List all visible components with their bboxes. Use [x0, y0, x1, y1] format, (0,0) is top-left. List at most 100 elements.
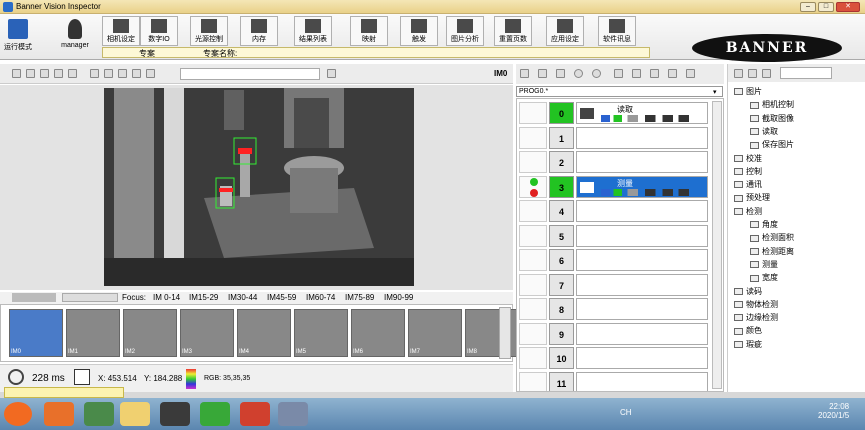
insert-icon[interactable]: [520, 69, 529, 78]
image-icon[interactable]: [632, 69, 641, 78]
tool-tree-item[interactable]: 瑕疵: [734, 339, 762, 350]
app-icon-2[interactable]: [278, 402, 308, 426]
ime-indicator[interactable]: CH: [620, 408, 632, 417]
thumb-scrollbar[interactable]: [499, 307, 511, 359]
tool-tree-item[interactable]: 预处理: [734, 192, 770, 203]
save-icon[interactable]: [650, 69, 659, 78]
ribbon-button[interactable]: 光源控制: [190, 16, 228, 46]
tool-tree-item[interactable]: 读码: [734, 286, 762, 297]
image-thumbnail[interactable]: IM0: [9, 309, 63, 357]
zoom-in-icon[interactable]: [26, 69, 35, 78]
select-icon[interactable]: [12, 69, 21, 78]
zoom-out-icon[interactable]: [40, 69, 49, 78]
mini-toolbar[interactable]: [4, 387, 124, 398]
ribbon-button[interactable]: 映射: [350, 16, 388, 46]
grid-icon[interactable]: [90, 69, 99, 78]
zoom-actual-icon[interactable]: [68, 69, 77, 78]
ribbon-button[interactable]: 应用设定: [546, 16, 584, 46]
wechat-icon[interactable]: [200, 402, 230, 426]
chrome-icon[interactable]: [84, 402, 114, 426]
tray-icons[interactable]: [640, 408, 808, 418]
focus-range[interactable]: IM45-59: [267, 293, 296, 302]
move-down-icon[interactable]: [538, 69, 547, 78]
vision-app-icon[interactable]: [160, 402, 190, 426]
chart-icon[interactable]: [686, 69, 695, 78]
overlay-icon[interactable]: [104, 69, 113, 78]
step-number[interactable]: 4: [549, 200, 574, 222]
start-icon[interactable]: [4, 402, 32, 426]
image-thumbnail[interactable]: IM4: [237, 309, 291, 357]
ribbon-button[interactable]: 结果列表: [294, 16, 332, 46]
list-icon[interactable]: [614, 69, 623, 78]
tool-tree-item[interactable]: 检测: [734, 206, 762, 217]
ribbon-button[interactable]: 触发: [400, 16, 438, 46]
tree-image-icon[interactable]: [734, 69, 743, 78]
step-slot[interactable]: [576, 126, 708, 149]
step-number[interactable]: 3: [549, 175, 574, 198]
firefox-icon[interactable]: [44, 402, 74, 426]
step-slot[interactable]: 读取: [576, 102, 708, 124]
image-thumbnail[interactable]: IM6: [351, 309, 405, 357]
tool-tree-item[interactable]: 控制: [734, 166, 762, 177]
step-number[interactable]: 2: [549, 151, 574, 173]
tool-tree-item[interactable]: 边缘检测: [734, 312, 778, 323]
step-number[interactable]: 6: [549, 249, 574, 271]
user-button[interactable]: manager: [57, 16, 93, 58]
settings-icon[interactable]: [327, 69, 336, 78]
text-icon[interactable]: [748, 69, 757, 78]
step-slot[interactable]: [576, 371, 708, 391]
image-thumbnail[interactable]: IM2: [123, 309, 177, 357]
run-mode-button[interactable]: 运行模式: [3, 16, 33, 58]
tool-tree-item[interactable]: 读取: [750, 126, 778, 137]
focus-range[interactable]: IM60-74: [306, 293, 335, 302]
explorer-icon[interactable]: [120, 402, 150, 426]
program-scrollbar[interactable]: [712, 101, 722, 389]
image-viewer[interactable]: [0, 85, 513, 290]
stop-icon[interactable]: [592, 69, 601, 78]
step-slot[interactable]: [576, 151, 708, 173]
tool-tree-item[interactable]: 图片: [734, 86, 762, 97]
clock[interactable]: 22:08 2020/1/5: [818, 402, 849, 420]
image-thumbnail[interactable]: IM7: [408, 309, 462, 357]
minimize-button[interactable]: –: [800, 2, 816, 12]
step-number[interactable]: 1: [549, 126, 574, 149]
tool-tree-item[interactable]: 截取图像: [750, 113, 794, 124]
export-icon[interactable]: [668, 69, 677, 78]
run-once-icon[interactable]: [574, 69, 583, 78]
step-action-icons[interactable]: [601, 115, 689, 122]
focus-range[interactable]: IM75-89: [345, 293, 374, 302]
step-slot[interactable]: [576, 298, 708, 320]
zoom-fit-icon[interactable]: [54, 69, 63, 78]
step-slot[interactable]: [576, 347, 708, 369]
history-icons[interactable]: [12, 293, 56, 302]
step-number[interactable]: 9: [549, 322, 574, 345]
focus-slider[interactable]: [62, 293, 118, 302]
ribbon-button[interactable]: 重置页数: [494, 16, 532, 46]
step-slot[interactable]: [576, 200, 708, 222]
focus-range[interactable]: IM 0-14: [153, 293, 180, 302]
step-number[interactable]: 5: [549, 224, 574, 247]
step-action-icons[interactable]: [601, 188, 689, 196]
image-thumbnail[interactable]: IM3: [180, 309, 234, 357]
tree-list-icon[interactable]: [762, 69, 771, 78]
ribbon-button[interactable]: 图片分析: [446, 16, 484, 46]
ribbon-button[interactable]: 数字IO: [140, 16, 178, 46]
step-slot[interactable]: 测量: [576, 175, 708, 198]
tool-tree-item[interactable]: 角度: [750, 219, 778, 230]
tool-tree-item[interactable]: 检测距离: [750, 246, 794, 257]
maximize-button[interactable]: □: [818, 2, 834, 12]
tool-tree-item[interactable]: 测量: [750, 259, 778, 270]
focus-range[interactable]: IM90-99: [384, 293, 413, 302]
step-number[interactable]: 7: [549, 273, 574, 296]
step-slot[interactable]: [576, 273, 708, 296]
step-slot[interactable]: [576, 322, 708, 345]
step-number[interactable]: 10: [549, 347, 574, 369]
step-number[interactable]: 11: [549, 371, 574, 391]
focus-range[interactable]: IM15-29: [189, 293, 218, 302]
tool-tree-item[interactable]: 校准: [734, 153, 762, 164]
step-number[interactable]: 8: [549, 298, 574, 320]
program-select[interactable]: PROG0.* ▾: [516, 86, 723, 97]
ribbon-button[interactable]: 相机设定: [102, 16, 140, 46]
focus-range[interactable]: IM30-44: [228, 293, 257, 302]
close-button[interactable]: ✕: [836, 2, 860, 12]
